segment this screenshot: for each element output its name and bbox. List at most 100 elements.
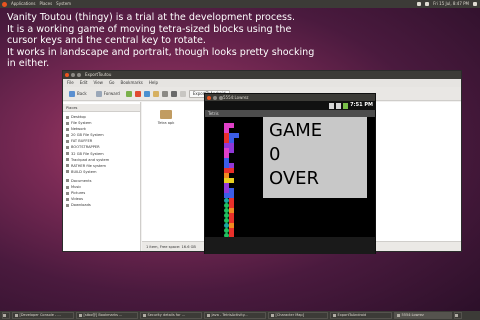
trash-icon — [455, 314, 458, 317]
drive-icon — [66, 146, 69, 150]
bottom-taskbar: [Developer Console - ... [stbo@] Bookmar… — [0, 311, 480, 320]
folder-icon — [333, 314, 336, 317]
menu-help[interactable]: Help — [149, 79, 158, 87]
toggle-path-icon[interactable] — [179, 90, 186, 97]
tetris-block — [229, 148, 234, 153]
ubuntu-logo-icon[interactable] — [2, 2, 7, 7]
close-icon[interactable] — [207, 95, 211, 100]
tetris-block — [229, 123, 234, 128]
app-icon — [207, 314, 210, 317]
window-controls — [207, 95, 223, 100]
back-label: Back — [77, 91, 87, 96]
sidebar-item-downloads[interactable]: Downloads — [63, 202, 140, 208]
game-over-panel: GAME 0 OVER — [263, 117, 367, 198]
back-arrow-icon — [69, 90, 75, 97]
app-icon — [397, 314, 400, 317]
emulator-titlebar[interactable]: 5554:Lowrez — [205, 94, 375, 101]
computer-icon[interactable] — [161, 90, 168, 97]
menu-bar: File Edit View Go Bookmarks Help — [63, 79, 461, 87]
folder-icon — [66, 197, 69, 201]
android-status-bar: 7:51 PM — [205, 101, 375, 110]
volume-icon[interactable] — [425, 2, 430, 6]
taskbar-item-label: [stbo@] Bookmarks ... — [83, 313, 123, 317]
caption-line: It is a working game of moving tetra-siz… — [7, 23, 292, 35]
trash-button[interactable] — [454, 312, 462, 319]
tetris-block — [229, 178, 234, 183]
network-icon — [66, 127, 69, 131]
taskbar-item[interactable]: [Character Map] — [268, 312, 328, 319]
taskbar-item[interactable]: [stbo@] Bookmarks ... — [76, 312, 138, 319]
description-caption: Vanity Toutou (thingy) is a trial at the… — [7, 12, 327, 70]
menu-view[interactable]: View — [93, 79, 103, 87]
drive-icon — [66, 152, 69, 156]
clock[interactable]: Fri 15 Jul, 8:47 PM — [433, 0, 469, 8]
search-icon[interactable] — [170, 90, 177, 97]
drive-icon — [66, 158, 69, 162]
taskbar-item-label: Security details for ... — [147, 313, 186, 317]
game-screen[interactable]: GAME 0 OVER — [205, 117, 375, 237]
app-icon — [79, 314, 82, 317]
minimize-icon[interactable] — [213, 95, 217, 100]
drive-icon — [66, 164, 69, 168]
sidebar-item-label: Downloads — [71, 203, 91, 208]
reload-icon[interactable] — [143, 90, 150, 97]
minimize-icon[interactable] — [71, 73, 75, 77]
maximize-icon[interactable] — [77, 73, 81, 77]
up-icon[interactable] — [125, 90, 132, 97]
taskbar-item-active[interactable]: 5554:Lowrez — [394, 312, 452, 319]
network-icon[interactable] — [417, 2, 422, 6]
taskbar-item-label: 5554:Lowrez — [401, 313, 424, 317]
taskbar-item[interactable]: Security details for ... — [140, 312, 202, 319]
forward-arrow-icon — [95, 90, 102, 97]
signal-icon — [329, 102, 335, 109]
drive-icon — [66, 170, 69, 174]
menu-edit[interactable]: Edit — [80, 79, 88, 87]
status-icons: 7:51 PM — [329, 102, 373, 109]
places-sidebar: Places Desktop File System Network 20 GB… — [63, 102, 141, 251]
forward-button[interactable]: Forward — [93, 89, 123, 98]
drive-icon — [66, 133, 69, 137]
places-menu[interactable]: Places — [39, 0, 52, 8]
show-desktop-button[interactable] — [2, 312, 10, 319]
close-icon[interactable] — [65, 73, 69, 77]
menu-go[interactable]: Go — [109, 79, 115, 87]
desktop-icon — [66, 115, 69, 119]
power-icon[interactable] — [473, 2, 477, 6]
home-icon[interactable] — [152, 90, 159, 97]
window-title: ExportToutou — [85, 72, 112, 77]
file-manager-titlebar[interactable]: ExportToutou — [63, 71, 461, 79]
taskbar-item[interactable]: ExportToAndroid — [330, 312, 392, 319]
taskbar-item[interactable]: [Developer Console - ... — [12, 312, 74, 319]
drive-icon — [66, 121, 69, 125]
taskbar-item[interactable]: Java - TetrisActivity... — [204, 312, 266, 319]
drive-icon — [66, 139, 69, 143]
system-menu[interactable]: System — [56, 0, 71, 8]
maximize-icon[interactable] — [219, 95, 223, 100]
battery-icon — [343, 102, 349, 109]
sidebar-item-label: BUILD System — [71, 169, 97, 174]
tetris-block — [229, 168, 234, 173]
back-button[interactable]: Back — [66, 89, 90, 98]
status-clock: 7:51 PM — [350, 102, 373, 108]
emulator-bottom-area — [205, 237, 375, 254]
emulator-window: 5554:Lowrez 7:51 PM Tetris GAME 0 OVER — [204, 93, 376, 254]
folder-label: Tetra apk — [157, 121, 175, 125]
menu-file[interactable]: File — [67, 79, 74, 87]
taskbar-item-label: [Character Map] — [275, 313, 305, 317]
stop-icon[interactable] — [134, 90, 141, 97]
caption-line: in either. — [7, 58, 50, 70]
menu-bookmarks[interactable]: Bookmarks — [121, 79, 143, 87]
caption-line: It works in landscape and portrait, thou… — [7, 46, 315, 58]
forward-label: Forward — [103, 91, 120, 96]
folder-icon — [66, 185, 69, 189]
applications-menu[interactable]: Applications — [11, 0, 35, 8]
top-panel: Applications Places System Fri 15 Jul, 8… — [0, 0, 480, 8]
game-over-line: OVER — [269, 168, 320, 189]
window-controls — [65, 73, 81, 77]
tetris-block — [234, 133, 239, 138]
game-over-line: 0 — [269, 144, 281, 165]
folder-item[interactable]: Tetra apk — [155, 110, 177, 125]
folder-icon — [66, 191, 69, 195]
sidebar-header[interactable]: Places — [63, 104, 140, 112]
top-panel-menus: Applications Places System — [2, 0, 71, 8]
